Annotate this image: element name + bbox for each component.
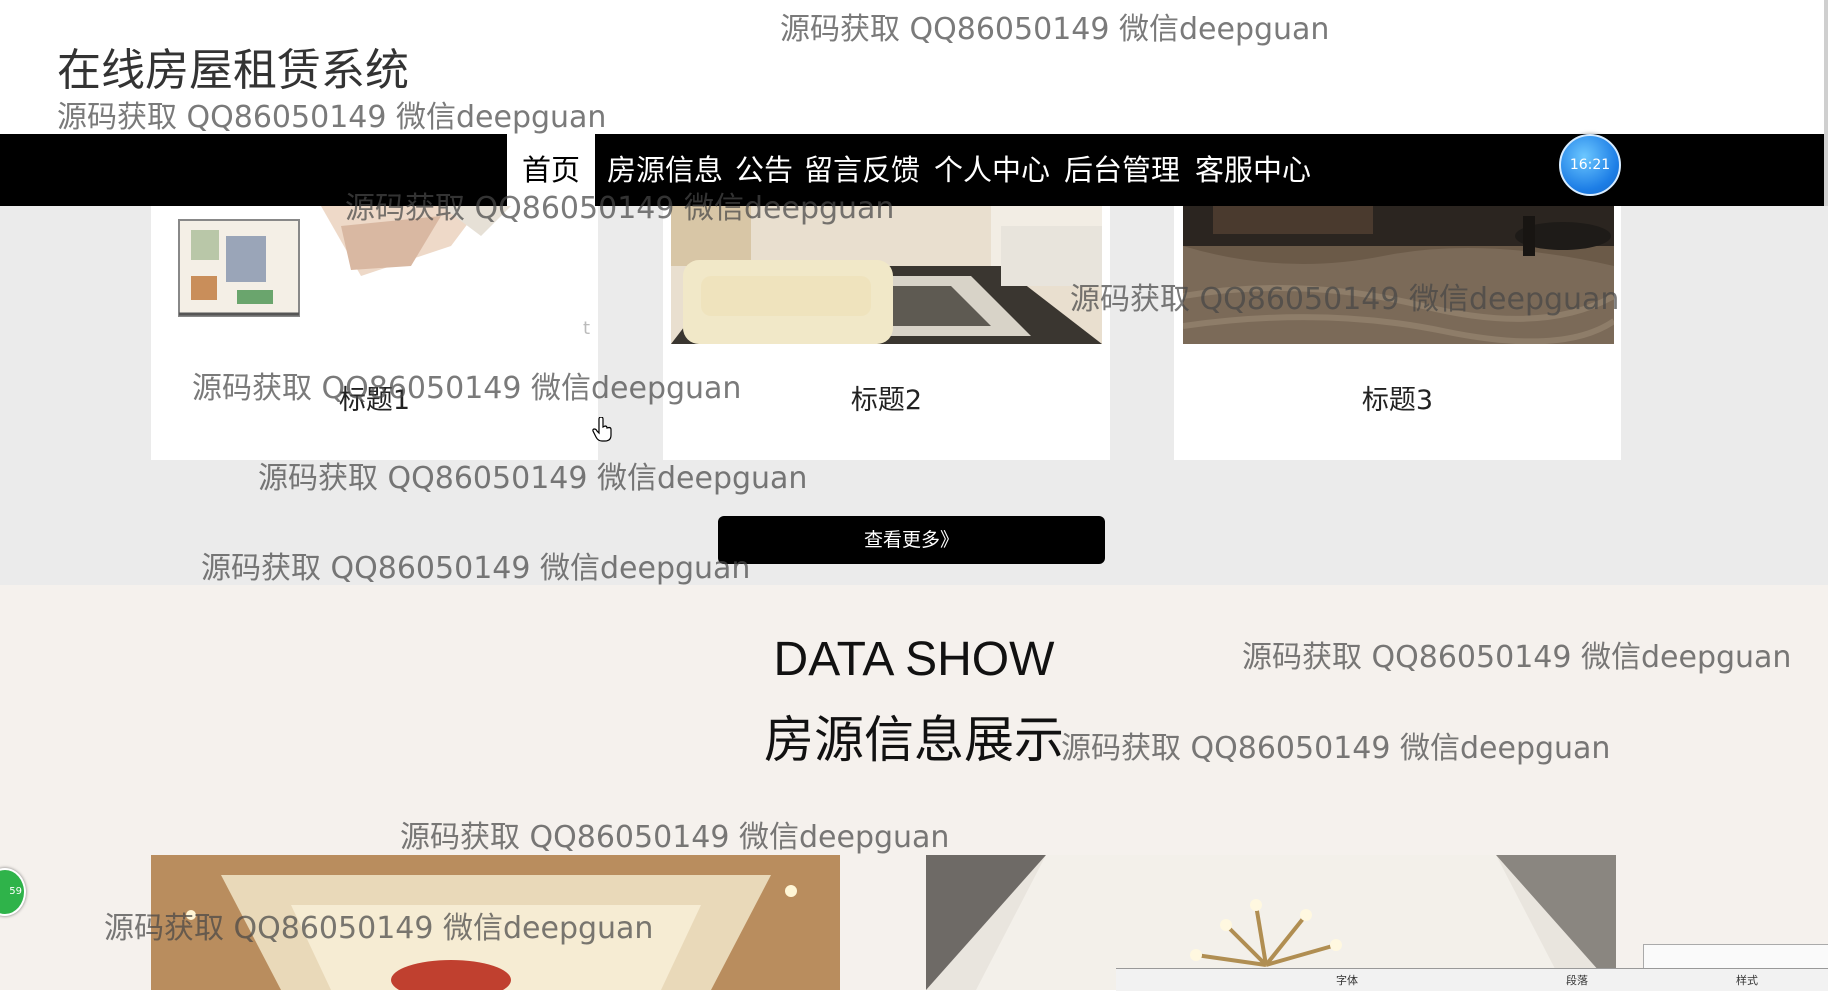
editor-toolbar-fragment: 字体 段落 样式 — [1116, 968, 1828, 991]
card-title-1[interactable]: 标题1 — [151, 378, 598, 417]
editor-panel-fragment — [1643, 944, 1828, 970]
card-title-3[interactable]: 标题3 — [1174, 378, 1621, 417]
main-navbar: 首页 房源信息 公告 留言反馈 个人中心 后台管理 客服中心 — [0, 134, 1824, 206]
sketch-image: t — [178, 206, 590, 339]
nav-item-admin[interactable]: 后台管理 — [1061, 134, 1183, 206]
toolbar-label-font[interactable]: 字体 — [1336, 972, 1358, 988]
house-card-2[interactable] — [663, 206, 1110, 460]
house-card-1[interactable]: t — [151, 206, 598, 460]
house-card-2-image[interactable] — [671, 206, 1102, 344]
clock-widget-icon[interactable]: 16:21 — [1559, 134, 1621, 196]
ceiling-chandelier-image — [151, 855, 840, 990]
view-more-button[interactable]: 查看更多》 — [718, 516, 1105, 564]
nav-item-notices[interactable]: 公告 — [732, 134, 796, 206]
data-show-heading: DATA SHOW — [773, 633, 1055, 686]
site-title: 在线房屋租赁系统 — [57, 45, 409, 96]
nav-item-home[interactable]: 首页 — [507, 134, 595, 206]
watermark-2: 源码获取 QQ86050149 微信deepguan — [57, 100, 607, 135]
toolbar-label-paragraph[interactable]: 段落 — [1566, 972, 1588, 988]
hand-cursor-icon — [592, 417, 612, 442]
house-card-1-image[interactable]: t — [151, 206, 598, 376]
nav-item-listings[interactable]: 房源信息 — [604, 134, 726, 206]
watermark-1: 源码获取 QQ86050149 微信deepguan — [780, 12, 1330, 47]
svg-text:t: t — [583, 318, 590, 339]
nav-item-profile[interactable]: 个人中心 — [931, 134, 1053, 206]
nav-item-feedback[interactable]: 留言反馈 — [801, 134, 923, 206]
listing-image-1[interactable] — [151, 855, 840, 990]
house-card-3-image[interactable] — [1183, 206, 1614, 344]
house-card-3[interactable] — [1174, 206, 1621, 460]
nav-item-service[interactable]: 客服中心 — [1192, 134, 1314, 206]
living-room-image — [671, 206, 1102, 344]
carpet-room-image — [1183, 206, 1614, 344]
data-show-subheading: 房源信息展示 — [764, 711, 1064, 769]
card-title-2[interactable]: 标题2 — [663, 378, 1110, 417]
toolbar-label-styles[interactable]: 样式 — [1736, 972, 1758, 988]
